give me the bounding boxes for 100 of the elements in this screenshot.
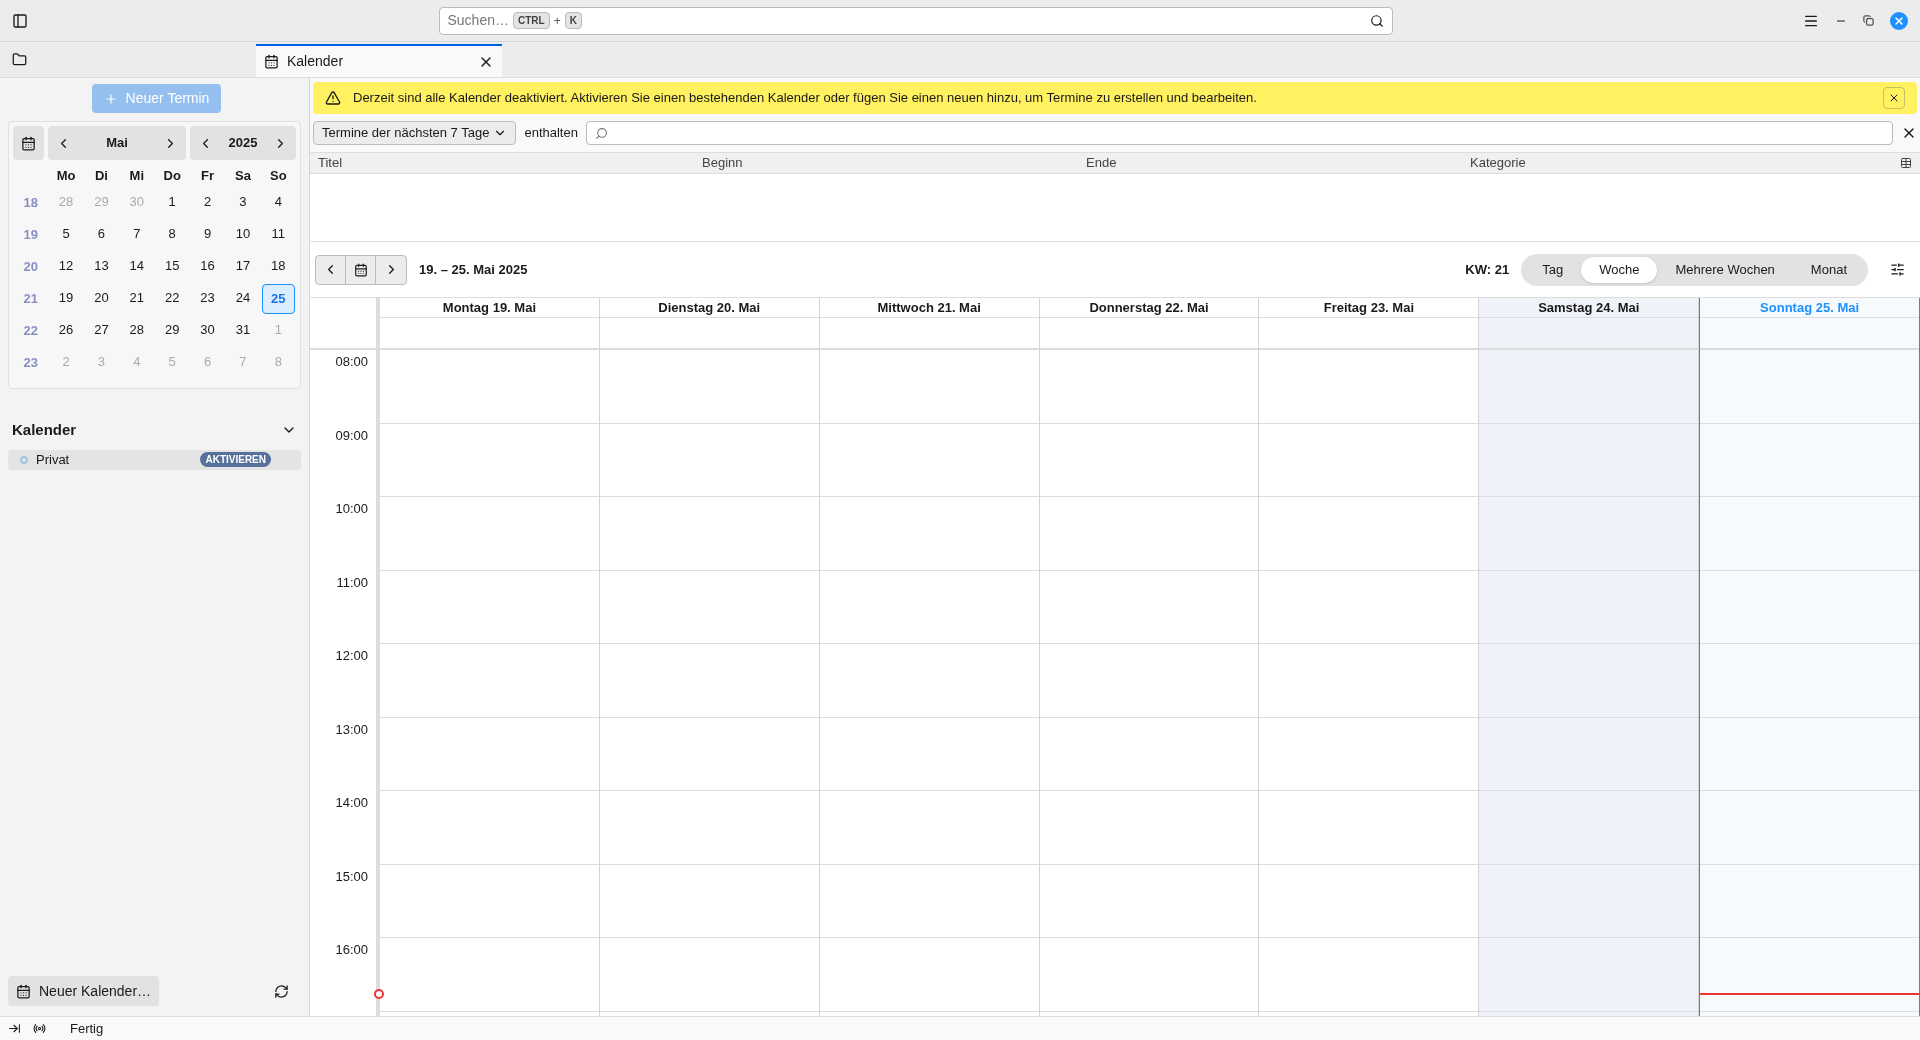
column-header[interactable]: Beginn <box>702 153 1086 173</box>
weekday-label: Sa <box>234 167 252 185</box>
search-placeholder: Suchen… <box>447 11 509 30</box>
mini-calendar-day[interactable]: 3 <box>226 188 260 218</box>
weekday-label: Di <box>93 167 109 185</box>
close-icon <box>1888 92 1900 104</box>
hour-label: 14:00 <box>335 795 368 810</box>
day-header: Freitag 23. Mai <box>1323 298 1414 317</box>
calendar-tab[interactable]: Kalender <box>256 44 502 77</box>
calendar-icon <box>264 54 279 69</box>
mini-calendar-day[interactable]: 22 <box>155 284 189 314</box>
calendar-name: Privat <box>36 450 71 469</box>
column-header[interactable]: Kategorie <box>1470 153 1854 173</box>
mini-calendar-day[interactable]: 21 <box>120 284 154 314</box>
week-number: 23 <box>22 354 39 372</box>
restore-icon[interactable] <box>1863 15 1874 26</box>
column-picker-icon[interactable] <box>1900 157 1912 169</box>
calendar-list-item[interactable]: Privat AKTIVIEREN <box>8 449 301 470</box>
mini-calendar-day[interactable]: 4 <box>261 188 295 218</box>
column-header[interactable]: Ende <box>1086 153 1470 173</box>
collapse-sidebar-icon[interactable] <box>8 1022 21 1035</box>
mini-calendar-day[interactable]: 24 <box>226 284 260 314</box>
sidebar-toggle-icon[interactable] <box>12 12 28 29</box>
mini-calendar-day[interactable]: 15 <box>155 252 189 282</box>
mini-calendar-day[interactable]: 19 <box>49 284 83 314</box>
key-cap: CTRL <box>513 12 550 29</box>
calendar-icon <box>21 135 37 151</box>
weekday-label: Do <box>162 167 182 185</box>
search-field[interactable]: Suchen… CTRL + K <box>438 6 1393 35</box>
mini-calendar-day[interactable]: 31 <box>226 316 260 346</box>
hour-label: 10:00 <box>335 501 368 516</box>
view-tab[interactable]: Woche <box>1581 256 1658 283</box>
view-tab[interactable]: Tag <box>1524 256 1582 283</box>
view-settings-icon[interactable] <box>1890 262 1905 277</box>
hour-label: 16:00 <box>335 942 368 957</box>
mini-calendar-day[interactable]: 17 <box>226 252 260 282</box>
weekday-label: So <box>269 167 288 185</box>
search-icon[interactable] <box>1369 13 1384 28</box>
filter-label: enthalten <box>524 124 578 143</box>
warning-icon <box>325 90 341 106</box>
mini-calendar-day[interactable]: 8 <box>155 220 189 250</box>
activate-badge[interactable]: AKTIVIEREN <box>200 452 271 467</box>
hour-label: 09:00 <box>335 427 368 443</box>
calendars-heading: Kalender <box>12 420 77 440</box>
day-header: Donnerstag 22. Mai <box>1089 298 1209 317</box>
mini-calendar-day[interactable]: 13 <box>84 252 119 282</box>
week-number: 18 <box>22 194 39 212</box>
mini-calendar-day[interactable]: 1 <box>155 188 189 218</box>
plus-icon <box>103 91 118 106</box>
month-label: Mai <box>106 134 128 153</box>
week-number: KW: 21 <box>1465 260 1510 279</box>
mini-calendar-day[interactable]: 18 <box>261 252 295 282</box>
hour-label: 12:00 <box>335 648 368 663</box>
hour-label: 15:00 <box>335 868 368 884</box>
mini-calendar-day[interactable]: 2 <box>190 188 225 218</box>
calendar-icon <box>353 262 368 277</box>
mini-calendar-day[interactable]: 30 <box>190 316 225 346</box>
search-icon <box>594 126 608 140</box>
mini-calendar-day[interactable]: 16 <box>190 252 225 282</box>
mini-calendar-day[interactable]: 5 <box>49 220 83 250</box>
mini-calendar-day[interactable]: 11 <box>261 220 295 250</box>
mini-calendar-day[interactable]: 25 <box>261 284 295 314</box>
mini-calendar-day[interactable]: 28 <box>120 316 154 346</box>
day-header: Montag 19. Mai <box>442 298 536 317</box>
plus-sign: + <box>553 12 561 30</box>
mini-calendar-day[interactable]: 7 <box>120 220 154 250</box>
range-dropdown[interactable]: Termine der nächsten 7 Tage <box>313 121 517 145</box>
new-calendar-button[interactable]: Neuer Kalender… <box>8 976 160 1006</box>
mini-calendar-day[interactable]: 12 <box>49 252 83 282</box>
view-tab[interactable]: Monat <box>1792 256 1865 283</box>
mini-calendar-day[interactable]: 10 <box>226 220 260 250</box>
mini-calendar-day[interactable]: 20 <box>84 284 119 314</box>
weekday-label: Mo <box>55 167 77 185</box>
day-header: Samstag 24. Mai <box>1538 298 1640 317</box>
dismiss-button[interactable] <box>1883 87 1905 109</box>
view-tab[interactable]: Mehrere Wochen <box>1657 256 1793 283</box>
key-cap: K <box>564 12 582 29</box>
mini-calendar-day[interactable]: 6 <box>84 220 119 250</box>
weekday-label: Fr <box>200 167 216 185</box>
week-number: 21 <box>22 290 39 308</box>
online-status-icon[interactable] <box>33 1022 46 1035</box>
day-header: Mittwoch 21. Mai <box>877 298 981 317</box>
mini-calendar-day[interactable]: 23 <box>190 284 225 314</box>
column-header[interactable]: Titel <box>318 153 702 173</box>
mini-calendar-day[interactable]: 26 <box>49 316 83 346</box>
mini-calendar-day[interactable]: 27 <box>84 316 119 346</box>
filter-field[interactable] <box>585 121 1893 145</box>
mini-calendar-day[interactable]: 29 <box>155 316 189 346</box>
mini-calendar-day[interactable]: 14 <box>120 252 154 282</box>
weekday-label: Mi <box>128 167 146 185</box>
week-number: 20 <box>22 258 39 276</box>
today-button[interactable] <box>13 126 45 160</box>
mini-calendar-day[interactable]: 9 <box>190 220 225 250</box>
folder-icon[interactable] <box>12 52 27 67</box>
year-label: 2025 <box>228 134 258 153</box>
hour-label: 13:00 <box>335 721 368 737</box>
close-icon[interactable] <box>1890 11 1908 30</box>
refresh-icon[interactable] <box>274 983 289 999</box>
hour-label: 08:00 <box>335 354 368 369</box>
day-header: Dienstag 20. Mai <box>658 298 761 317</box>
